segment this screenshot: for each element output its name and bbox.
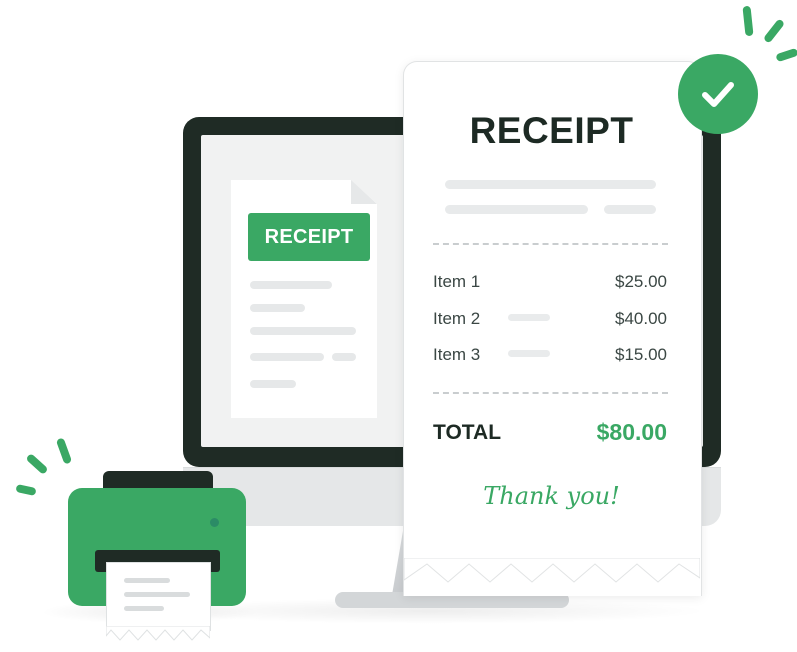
receipt-placeholder-line xyxy=(604,205,656,214)
sparkle-ray xyxy=(15,484,37,496)
dashed-divider xyxy=(433,392,668,394)
item-price: $25.00 xyxy=(615,272,667,291)
checkmark-icon xyxy=(678,54,758,134)
item-label: Item 1 xyxy=(433,272,481,291)
placeholder-line xyxy=(250,353,324,361)
sparkle-ray xyxy=(742,5,754,37)
printer-status-light xyxy=(210,518,219,527)
printed-line xyxy=(124,606,164,611)
printed-line xyxy=(124,592,190,597)
item-price: $15.00 xyxy=(615,345,667,364)
sparkle-ray xyxy=(55,437,73,465)
printed-line xyxy=(124,578,170,583)
item-price: $40.00 xyxy=(615,309,667,328)
receipt-placeholder-line xyxy=(445,205,588,214)
item-detail-bar xyxy=(508,314,550,321)
screen-receipt-badge: RECEIPT xyxy=(248,213,370,261)
item-detail-bar xyxy=(508,350,550,357)
placeholder-line xyxy=(250,380,296,388)
sparkle-ray xyxy=(25,452,49,476)
item-label: Item 3 xyxy=(433,345,481,364)
receipt-placeholder-line xyxy=(445,180,656,189)
receipt-title: RECEIPT xyxy=(469,110,634,151)
sparkle-ray xyxy=(775,47,797,63)
receipt-torn-edge xyxy=(404,558,700,583)
placeholder-line xyxy=(250,304,305,312)
placeholder-line xyxy=(250,327,356,335)
thank-you-text: Thank you! xyxy=(483,482,620,510)
total-label: TOTAL xyxy=(433,421,502,444)
placeholder-line xyxy=(250,281,332,289)
printed-receipt-torn-edge xyxy=(106,626,210,641)
placeholder-line xyxy=(332,353,356,361)
sparkle-ray xyxy=(762,18,786,44)
item-label: Item 2 xyxy=(433,309,481,328)
dashed-divider xyxy=(433,243,668,245)
total-value: $80.00 xyxy=(596,419,667,445)
